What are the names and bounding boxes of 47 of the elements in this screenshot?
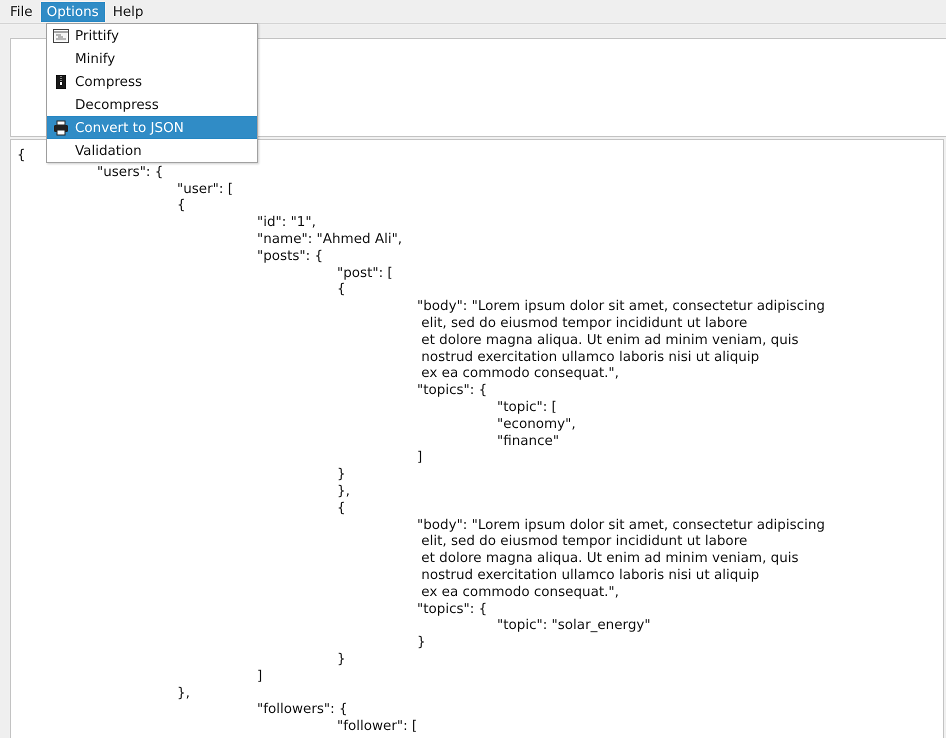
code-line: "topics": {	[417, 600, 488, 617]
printer-icon	[53, 120, 69, 136]
menu-option[interactable]: Minify	[47, 47, 257, 70]
menu-option[interactable]: Convert to JSON	[47, 116, 257, 139]
code-line: "posts": {	[257, 248, 324, 264]
menu-item[interactable]: Help	[106, 2, 150, 22]
code-line: {	[17, 147, 26, 163]
code-line: "name": "Ahmed Ali",	[257, 230, 402, 247]
document-icon	[53, 28, 69, 44]
code-line: },	[177, 684, 190, 700]
code-line: },	[337, 482, 350, 499]
menu-option[interactable]: Prittify	[47, 24, 257, 47]
code-line: "economy",	[497, 416, 576, 432]
code-line: {	[177, 197, 186, 214]
code-line: "finance"	[497, 432, 560, 449]
code-line: et dolore magna aliqua. Ut enim ad minim veniam, quis	[420, 550, 799, 566]
code-line: elit, sed do eiusmod tempor incididunt ut labore	[420, 533, 748, 550]
menu-item[interactable]: Options	[40, 2, 105, 22]
code-line: nostrud exercitation ullamco laboris nisi ut aliquip	[420, 348, 760, 365]
code-line: }	[417, 634, 426, 650]
code-line: "followers": {	[257, 701, 348, 718]
menu-item[interactable]: File	[4, 2, 39, 22]
menu-option[interactable]: Decompress	[47, 93, 257, 116]
archive-icon	[53, 74, 69, 90]
code-line: ]	[257, 668, 262, 684]
code-line: et dolore magna aliqua. Ut enim ad minim veniam, quis	[420, 332, 799, 348]
code-line: "user": [	[177, 180, 233, 197]
code-line: {	[337, 281, 346, 298]
menu-option[interactable]: Validation	[47, 139, 257, 162]
code-line: ]	[417, 449, 422, 466]
code-line: {	[337, 500, 346, 516]
code-line: }	[337, 650, 346, 667]
code-line: "id": "1",	[257, 214, 316, 230]
code-line: elit, sed do eiusmod tempor incididunt ut labore	[420, 314, 748, 331]
code-line: ex ea commodo consequat.",	[420, 365, 619, 382]
code-line: "topics": {	[417, 382, 488, 398]
code-line: "users": {	[97, 164, 164, 180]
code-line: "topic": "solar_energy"	[497, 617, 651, 634]
code-line: "body": "Lorem ipsum dolor sit amet, consectetur adipiscing	[417, 516, 825, 533]
code-line: ex ea commodo consequat.",	[420, 584, 619, 600]
code-line: "topic": [	[497, 398, 557, 415]
menu-option[interactable]: Compress	[47, 70, 257, 93]
code-line: "body": "Lorem ipsum dolor sit amet, consectetur adipiscing	[417, 298, 825, 314]
code-line: }	[337, 466, 346, 482]
code-line: "post": [	[337, 264, 393, 281]
code-line: "follower": [	[337, 718, 418, 734]
code-line: nostrud exercitation ullamco laboris nisi ut aliquip	[420, 566, 760, 583]
